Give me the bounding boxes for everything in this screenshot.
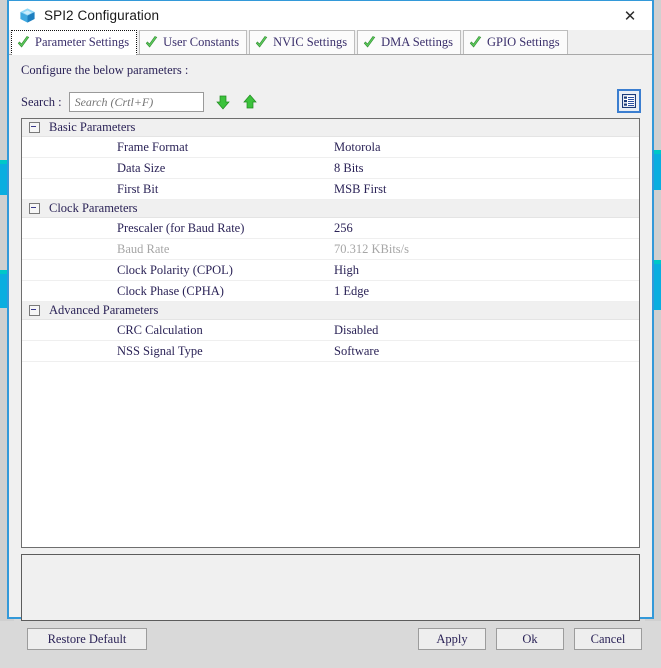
param-label: Clock Polarity (CPOL) <box>117 262 233 277</box>
restore-default-button[interactable]: Restore Default <box>27 628 147 650</box>
param-value[interactable]: Software <box>329 344 639 359</box>
table-row[interactable]: Clock Polarity (CPOL) High <box>22 260 639 281</box>
cube-icon <box>20 8 35 23</box>
collapse-minus-icon[interactable] <box>29 305 40 316</box>
table-row[interactable]: Prescaler (for Baud Rate) 256 <box>22 218 639 239</box>
param-label: Clock Phase (CPHA) <box>117 283 224 298</box>
title-bar: SPI2 Configuration ✕ <box>9 1 652 30</box>
param-value[interactable]: 8 Bits <box>329 161 639 176</box>
arrow-up-icon[interactable] <box>242 94 258 110</box>
green-check-icon <box>255 36 268 48</box>
param-value[interactable]: Motorola <box>329 140 639 155</box>
parameter-table: Basic Parameters Frame Format Motorola D… <box>21 118 640 548</box>
table-row[interactable]: Frame Format Motorola <box>22 137 639 158</box>
spi-configuration-dialog: SPI2 Configuration ✕ Parameter Settings … <box>7 0 654 650</box>
param-label: Baud Rate <box>117 241 170 256</box>
table-row[interactable]: Data Size 8 Bits <box>22 158 639 179</box>
tab-label: User Constants <box>163 35 240 49</box>
arrow-down-icon[interactable] <box>215 94 231 110</box>
ok-button[interactable]: Ok <box>496 628 564 650</box>
param-label: Prescaler (for Baud Rate) <box>117 220 245 235</box>
window-title: SPI2 Configuration <box>44 8 160 23</box>
list-view-toggle-button[interactable] <box>617 89 641 113</box>
configure-instruction-label: Configure the below parameters : <box>21 63 189 77</box>
description-panel <box>21 554 640 621</box>
tab-parameter-settings[interactable]: Parameter Settings <box>11 30 138 55</box>
param-value: 70.312 KBits/s <box>334 241 410 256</box>
table-row[interactable]: Clock Phase (CPHA) 1 Edge <box>22 281 639 302</box>
param-label: First Bit <box>117 181 159 196</box>
group-header-basic-parameters[interactable]: Basic Parameters <box>22 119 639 137</box>
table-row[interactable]: First Bit MSB First <box>22 179 639 200</box>
green-check-icon <box>469 36 482 48</box>
param-value[interactable]: MSB First <box>329 182 639 197</box>
close-icon[interactable]: ✕ <box>608 1 652 30</box>
button-bar: Restore Default Apply Ok Cancel <box>9 628 652 668</box>
param-label: CRC Calculation <box>117 322 203 337</box>
dialog-body: Configure the below parameters : Search … <box>9 55 652 650</box>
param-label: NSS Signal Type <box>117 343 203 358</box>
group-title: Clock Parameters <box>49 201 138 215</box>
search-label: Search : <box>21 94 62 109</box>
tab-user-constants[interactable]: User Constants <box>139 30 248 54</box>
param-value[interactable]: Disabled <box>329 323 639 338</box>
green-check-icon <box>145 36 158 48</box>
table-row[interactable]: NSS Signal Type Software <box>22 341 639 362</box>
collapse-minus-icon[interactable] <box>29 203 40 214</box>
search-input[interactable] <box>68 92 204 112</box>
param-value[interactable]: High <box>329 263 639 278</box>
group-header-advanced-parameters[interactable]: Advanced Parameters <box>22 302 639 320</box>
tab-strip: Parameter Settings User Constants NVIC S… <box>9 30 652 55</box>
group-header-clock-parameters[interactable]: Clock Parameters <box>22 200 639 218</box>
table-row[interactable]: CRC Calculation Disabled <box>22 320 639 341</box>
cancel-button[interactable]: Cancel <box>574 628 642 650</box>
apply-button[interactable]: Apply <box>418 628 486 650</box>
tab-label: Parameter Settings <box>35 35 130 49</box>
collapse-minus-icon[interactable] <box>29 122 40 133</box>
search-row: Search : <box>21 92 258 112</box>
table-row: Baud Rate 70.312 KBits/s <box>22 239 639 260</box>
list-view-icon <box>622 94 636 108</box>
param-value[interactable]: 256 <box>329 221 639 236</box>
tab-dma-settings[interactable]: DMA Settings <box>357 30 461 54</box>
tab-gpio-settings[interactable]: GPIO Settings <box>462 30 568 54</box>
green-check-icon <box>17 36 30 48</box>
group-title: Basic Parameters <box>49 120 136 134</box>
tab-label: GPIO Settings <box>486 35 560 49</box>
param-label: Data Size <box>117 160 166 175</box>
group-title: Advanced Parameters <box>49 303 159 317</box>
tab-label: NVIC Settings <box>273 35 348 49</box>
green-check-icon <box>363 36 376 48</box>
param-label: Frame Format <box>117 139 189 154</box>
tab-label: DMA Settings <box>381 35 453 49</box>
tab-nvic-settings[interactable]: NVIC Settings <box>249 30 356 54</box>
param-value[interactable]: 1 Edge <box>329 284 639 299</box>
